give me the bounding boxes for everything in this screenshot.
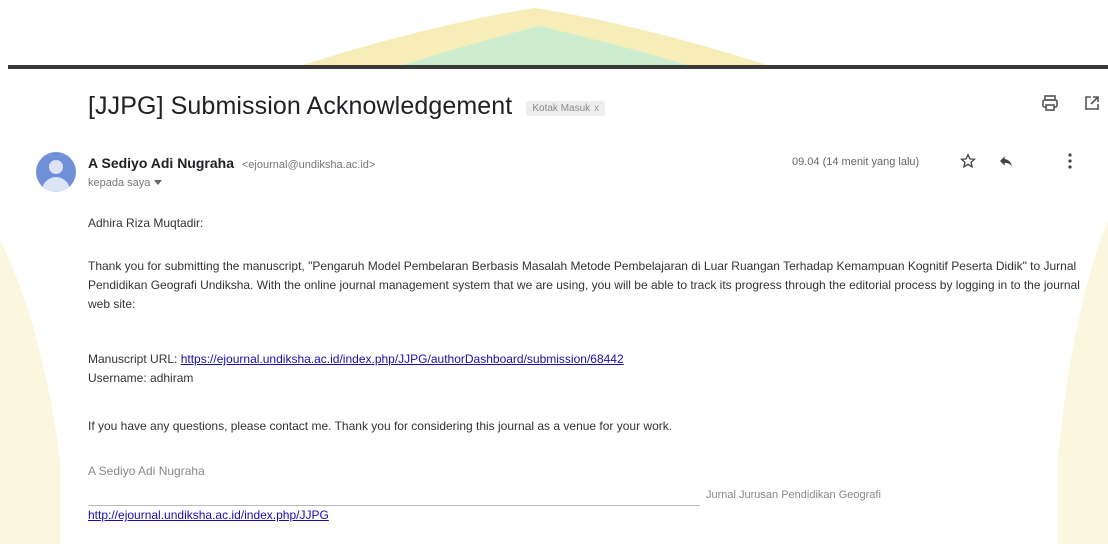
manuscript-url-link[interactable]: https://ejournal.undiksha.ac.id/index.ph… <box>181 352 624 366</box>
manuscript-url-line: Manuscript URL: https://ejournal.undiksh… <box>88 350 624 369</box>
message-actions <box>957 150 1081 172</box>
signature-journal: Jurnal Jurusan Pendidikan Geografi <box>706 489 881 501</box>
questions-paragraph: If you have any questions, please contac… <box>88 419 673 433</box>
manuscript-url-label: Manuscript URL: <box>88 352 181 366</box>
more-vertical-icon[interactable] <box>1059 150 1081 172</box>
signature-divider <box>88 505 700 506</box>
subject-actions <box>1040 93 1102 113</box>
header-divider <box>8 65 1108 69</box>
reply-icon[interactable] <box>995 150 1017 172</box>
print-icon[interactable] <box>1040 93 1060 113</box>
subject-row: [JJPG] Submission Acknowledgement Kotak … <box>88 88 606 124</box>
acknowledgement-paragraph: Thank you for submitting the manuscript,… <box>88 259 1080 311</box>
email-timestamp: 09.04 (14 menit yang lalu) <box>792 156 920 168</box>
avatar[interactable] <box>36 152 76 192</box>
sender-line: A Sediyo Adi Nugraha <ejournal@undiksha.… <box>88 155 375 171</box>
inbox-label-text: Kotak Masuk <box>532 102 591 114</box>
signature-link[interactable]: http://ejournal.undiksha.ac.id/index.php… <box>88 508 329 522</box>
recipient-line[interactable]: kepada saya <box>88 177 163 189</box>
inbox-label-chip[interactable]: Kotak Masuk x <box>526 100 606 116</box>
open-in-new-window-icon[interactable] <box>1082 93 1102 113</box>
remove-label-icon[interactable]: x <box>594 103 599 114</box>
username-line: Username: adhiram <box>88 371 194 385</box>
star-icon[interactable] <box>957 150 979 172</box>
sender-name[interactable]: A Sediyo Adi Nugraha <box>88 155 234 171</box>
signature-name: A Sediyo Adi Nugraha <box>88 464 205 478</box>
chevron-down-icon[interactable] <box>154 180 163 186</box>
recipient-text: kepada saya <box>88 177 151 189</box>
email-subject: [JJPG] Submission Acknowledgement <box>88 91 513 120</box>
greeting: Adhira Riza Muqtadir: <box>88 216 204 230</box>
sender-email: <ejournal@undiksha.ac.id> <box>241 159 376 171</box>
